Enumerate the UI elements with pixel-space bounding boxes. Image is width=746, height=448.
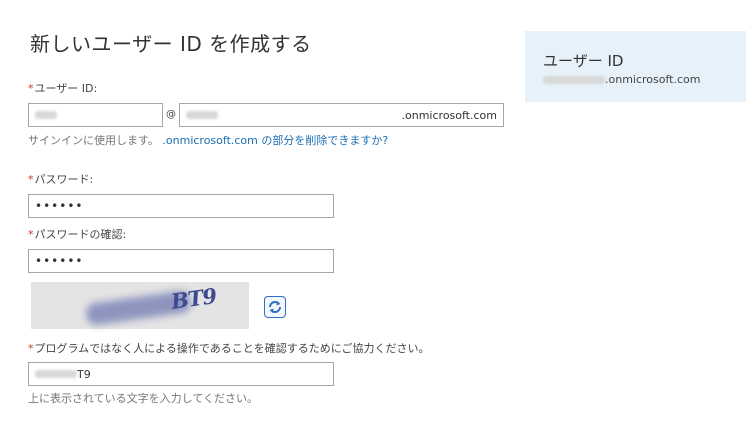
required-marker: * [28, 173, 34, 186]
captcha-label: *プログラムではなく人による操作であることを確認するためにご協力ください。 [28, 340, 430, 356]
password-confirm-field[interactable]: •••••• [28, 249, 334, 273]
captcha-input-suffix: T9 [77, 367, 91, 381]
password-confirm-label: *パスワードの確認: [28, 226, 126, 242]
captcha-visible-text: BT9 [169, 282, 218, 315]
captcha-refresh-button[interactable] [264, 296, 286, 318]
redacted-value [35, 111, 57, 119]
userid-label-text: ユーザー ID: [34, 82, 98, 95]
password-confirm-label-text: パスワードの確認: [34, 228, 127, 241]
preview-title: ユーザー ID [543, 52, 624, 70]
at-sign: @ [166, 109, 176, 120]
redacted-value [35, 370, 77, 378]
redacted-value [543, 75, 605, 84]
userid-name-field[interactable] [28, 103, 163, 127]
required-marker: * [28, 82, 34, 95]
page-title: 新しいユーザー ID を作成する [30, 32, 312, 56]
password-value: •••••• [35, 199, 84, 213]
required-marker: * [28, 342, 34, 355]
refresh-icon [269, 301, 281, 313]
preview-domain: .onmicrosoft.com [543, 73, 700, 86]
captcha-image: BT9 [31, 282, 249, 329]
password-field[interactable]: •••••• [28, 194, 334, 218]
preview-domain-suffix: .onmicrosoft.com [605, 73, 701, 86]
userid-hint: サインインに使用します。 .onmicrosoft.com の部分を削除できます… [28, 132, 388, 148]
captcha-label-text: プログラムではなく人による操作であることを確認するためにご協力ください。 [34, 342, 430, 355]
captcha-hint: 上に表示されている文字を入力してください。 [28, 392, 259, 405]
userid-domain-field[interactable]: .onmicrosoft.com [179, 103, 504, 127]
captcha-input[interactable]: T9 [28, 362, 334, 386]
userid-preview-panel: ユーザー ID .onmicrosoft.com [525, 31, 746, 102]
password-label-text: パスワード: [34, 173, 94, 186]
userid-label: *ユーザー ID: [28, 80, 97, 96]
remove-domain-link[interactable]: .onmicrosoft.com の部分を削除できますか? [162, 134, 388, 147]
password-confirm-value: •••••• [35, 254, 84, 268]
userid-hint-text: サインインに使用します。 [28, 134, 159, 147]
required-marker: * [28, 228, 34, 241]
userid-domain-suffix: .onmicrosoft.com [401, 108, 497, 122]
redacted-value [186, 111, 218, 119]
password-label: *パスワード: [28, 171, 93, 187]
